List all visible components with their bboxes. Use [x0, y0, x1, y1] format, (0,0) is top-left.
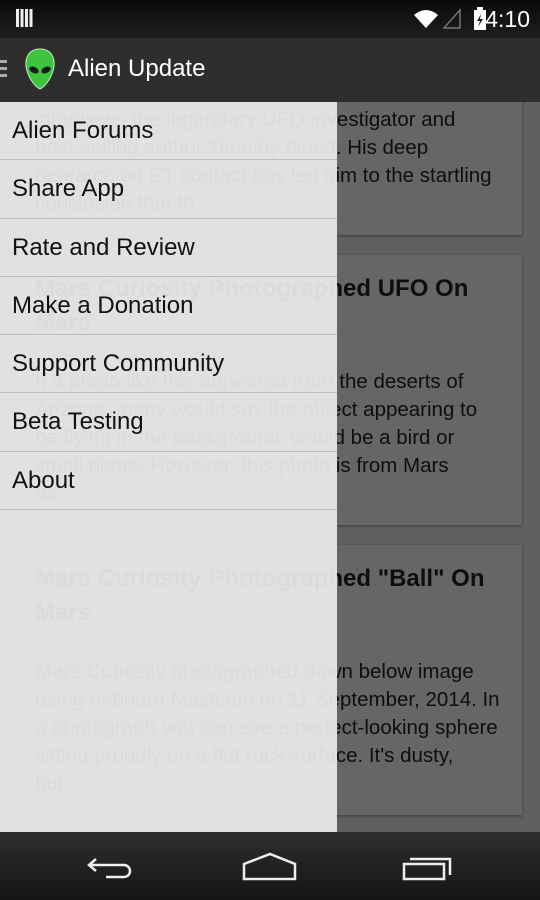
card-date: 2014-09-26 03:54:04 — [35, 633, 221, 655]
drawer-item-beta-testing[interactable]: Beta Testing — [0, 393, 337, 452]
alien-logo-icon[interactable] — [24, 48, 56, 90]
app-title: Alien Update — [68, 55, 206, 82]
feed-card[interactable]: Mars Curiosity Photographed "Ball" On Ma… — [17, 545, 522, 815]
news-feed[interactable]: interviews the legendary UFO investigato… — [0, 102, 540, 832]
back-icon[interactable] — [86, 852, 136, 882]
status-bar: 4:10 — [0, 0, 540, 38]
drawer-item-make-a-donation[interactable]: Make a Donation — [0, 277, 337, 336]
recent-apps-icon[interactable] — [400, 852, 460, 882]
card-title: Mars Curiosity Photographed "Ball" On Ma… — [35, 565, 485, 626]
drawer-item-about[interactable]: About — [0, 452, 337, 511]
menu-icon[interactable] — [0, 60, 7, 78]
action-bar: Alien Update — [0, 38, 540, 102]
home-icon[interactable] — [240, 852, 300, 882]
navigation-bar — [0, 832, 540, 900]
notification-icon — [16, 9, 34, 27]
wifi-icon — [414, 7, 486, 30]
drawer-item-rate-and-review[interactable]: Rate and Review — [0, 219, 337, 277]
drawer-item-support-community[interactable]: Support Community — [0, 335, 337, 394]
clock: 4:10 — [485, 6, 530, 32]
card-body: Mars Curiosity photographed down below i… — [35, 660, 500, 795]
drawer-item-share-app[interactable]: Share App — [0, 160, 337, 219]
drawer-item-alien-forums[interactable]: Alien Forums — [0, 102, 337, 161]
